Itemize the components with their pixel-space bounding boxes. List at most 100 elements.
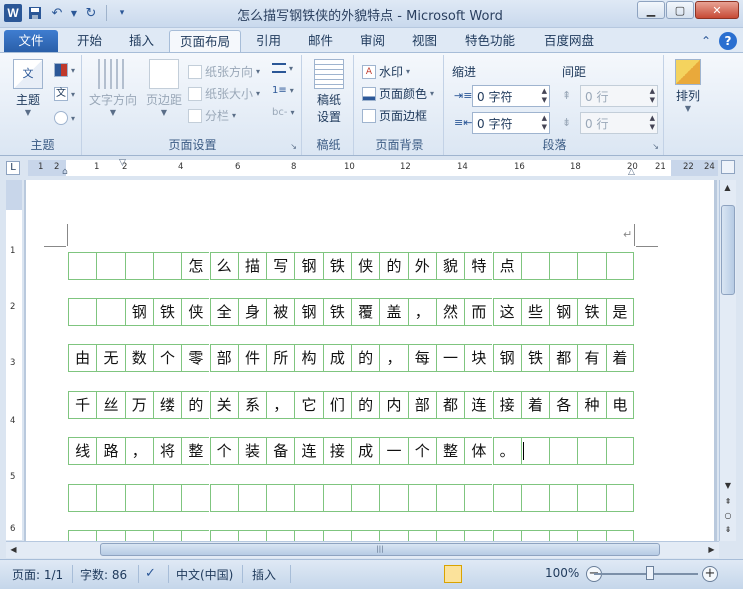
grid-cell[interactable]: 盖 (379, 298, 408, 326)
grid-cell[interactable] (294, 530, 323, 541)
grid-cell[interactable]: 的 (181, 391, 210, 419)
minimize-ribbon-icon[interactable]: ⌃ (701, 34, 711, 48)
zoom-slider-knob[interactable] (646, 566, 654, 580)
grid-cell[interactable] (577, 252, 606, 280)
grid-cell[interactable]: 侠 (181, 298, 210, 326)
customize-qat-icon[interactable]: ▾ (113, 4, 131, 22)
full-screen-reading-view-icon[interactable] (464, 565, 482, 583)
grid-cell[interactable]: 件 (237, 344, 267, 372)
horizontal-scrollbar[interactable]: ◀ ||| ▶ (6, 541, 719, 558)
grid-cell[interactable]: 无 (96, 344, 125, 372)
grid-cell[interactable]: 成 (322, 344, 351, 372)
grid-cell[interactable] (605, 484, 634, 512)
grid-cell[interactable]: 铁 (152, 298, 182, 326)
grid-cell[interactable]: 整 (181, 437, 210, 465)
outline-view-icon[interactable] (500, 565, 518, 583)
grid-cell[interactable]: 装 (237, 437, 267, 465)
grid-cell[interactable]: 连 (464, 391, 493, 419)
grid-cell[interactable] (209, 530, 238, 541)
grid-cell[interactable] (96, 298, 125, 326)
page-color-button[interactable]: 页面颜色 ▾ (362, 85, 434, 102)
grid-cell[interactable]: 万 (124, 391, 153, 419)
grid-cell[interactable]: 怎 (181, 252, 210, 280)
grid-cell[interactable] (209, 484, 238, 512)
grid-cell[interactable]: 线 (68, 437, 97, 465)
horizontal-scroll-thumb[interactable]: ||| (100, 543, 660, 556)
spacing-before-spinner-icon[interactable]: ▲ ▼ (650, 87, 655, 105)
page-setup-launcher-icon[interactable]: ↘ (290, 142, 297, 151)
orientation-button[interactable]: 纸张方向 ▾ (188, 63, 260, 80)
grid-cell[interactable]: ， (266, 391, 295, 419)
size-button[interactable]: 纸张大小 ▾ (188, 85, 260, 102)
grid-cell[interactable] (96, 484, 125, 512)
grid-cell[interactable]: 貌 (435, 252, 465, 280)
manuscript-settings-button[interactable]: 稿纸 设置 (310, 59, 348, 125)
grid-cell[interactable]: 它 (294, 391, 323, 419)
grid-cell[interactable]: ， (124, 437, 153, 465)
grid-cell[interactable]: 内 (379, 391, 408, 419)
grid-cell[interactable]: 有 (577, 344, 606, 372)
scroll-down-icon[interactable]: ▼ (722, 480, 734, 492)
status-insert-mode[interactable]: 插入 (252, 566, 276, 583)
grid-cell[interactable] (181, 530, 210, 541)
line-numbers-button[interactable]: 1≡ ▾ (272, 85, 294, 96)
grid-cell[interactable]: 特 (464, 252, 493, 280)
status-page[interactable]: 页面: 1/1 (12, 566, 63, 583)
minimize-button[interactable]: ▁ (637, 1, 665, 19)
spacing-after-spinner-icon[interactable]: ▲ ▼ (650, 114, 655, 132)
grid-cell[interactable]: 被 (266, 298, 295, 326)
close-button[interactable]: ✕ (695, 1, 739, 19)
grid-cell[interactable]: 体 (464, 437, 493, 465)
tab-baidu-netdisk[interactable]: 百度网盘 (534, 30, 604, 52)
page-borders-button[interactable]: 页面边框 (362, 107, 427, 124)
grid-cell[interactable] (237, 530, 267, 541)
grid-cell[interactable] (549, 484, 578, 512)
grid-cell[interactable]: 侠 (351, 252, 380, 280)
arrange-button[interactable]: 排列 ▼ (670, 59, 706, 113)
grid-cell[interactable] (577, 484, 606, 512)
indent-left-spinner-icon[interactable]: ▲ ▼ (542, 87, 547, 105)
grid-cell[interactable] (266, 484, 295, 512)
grid-cell[interactable] (520, 437, 550, 465)
undo-dropdown-icon[interactable]: ▼ (70, 4, 78, 22)
browse-object-icon[interactable]: ○ (722, 510, 734, 522)
grid-cell[interactable]: 个 (209, 437, 238, 465)
ruler-toggle-icon[interactable] (721, 160, 735, 174)
grid-cell[interactable]: 丝 (96, 391, 125, 419)
grid-cell[interactable] (435, 530, 465, 541)
grid-cell[interactable]: 每 (407, 344, 436, 372)
grid-cell[interactable]: 接 (322, 437, 351, 465)
grid-cell[interactable]: 路 (96, 437, 125, 465)
indent-left-field[interactable]: 0 字符 ▲ ▼ (472, 85, 550, 107)
tab-page-layout[interactable]: 页面布局 (169, 30, 242, 52)
grid-cell[interactable]: ， (379, 344, 408, 372)
tab-references[interactable]: 引用 (246, 30, 291, 52)
theme-fonts-button[interactable]: 文 ▾ (54, 87, 75, 101)
first-line-indent-icon[interactable]: ▽ (119, 158, 126, 168)
paragraph-launcher-icon[interactable]: ↘ (652, 142, 659, 151)
document-page[interactable]: ↵ 怎么描写钢铁侠的外貌特点钢铁侠全身被钢铁覆盖，然而这些钢铁是由无数个零部件所… (26, 180, 714, 541)
help-icon[interactable]: ? (719, 32, 737, 50)
grid-cell[interactable]: 这 (492, 298, 521, 326)
grid-cell[interactable]: 写 (266, 252, 295, 280)
hyphenation-button[interactable]: bc- ▾ (272, 107, 294, 118)
grid-cell[interactable] (520, 484, 550, 512)
grid-cell[interactable] (266, 530, 295, 541)
grid-cell[interactable] (96, 252, 125, 280)
grid-cell[interactable] (322, 530, 351, 541)
grid-cell[interactable] (549, 530, 578, 541)
indent-right-spinner-icon[interactable]: ▲ ▼ (542, 114, 547, 132)
previous-page-icon[interactable]: ⇞ (722, 496, 734, 508)
margins-button[interactable]: 页边距 ▼ (142, 59, 186, 117)
scroll-right-icon[interactable]: ▶ (704, 542, 719, 558)
grid-cell[interactable]: 构 (294, 344, 323, 372)
grid-cell[interactable]: 然 (435, 298, 465, 326)
web-layout-view-icon[interactable] (482, 565, 500, 583)
tab-mailings[interactable]: 邮件 (298, 30, 343, 52)
grid-cell[interactable]: 个 (407, 437, 436, 465)
grid-cell[interactable]: 外 (407, 252, 436, 280)
grid-cell[interactable] (520, 252, 550, 280)
vertical-scrollbar[interactable]: ▲ ▼ ⇞ ○ ⇟ (719, 180, 736, 541)
grid-cell[interactable]: 所 (266, 344, 295, 372)
grid-cell[interactable]: 备 (266, 437, 295, 465)
